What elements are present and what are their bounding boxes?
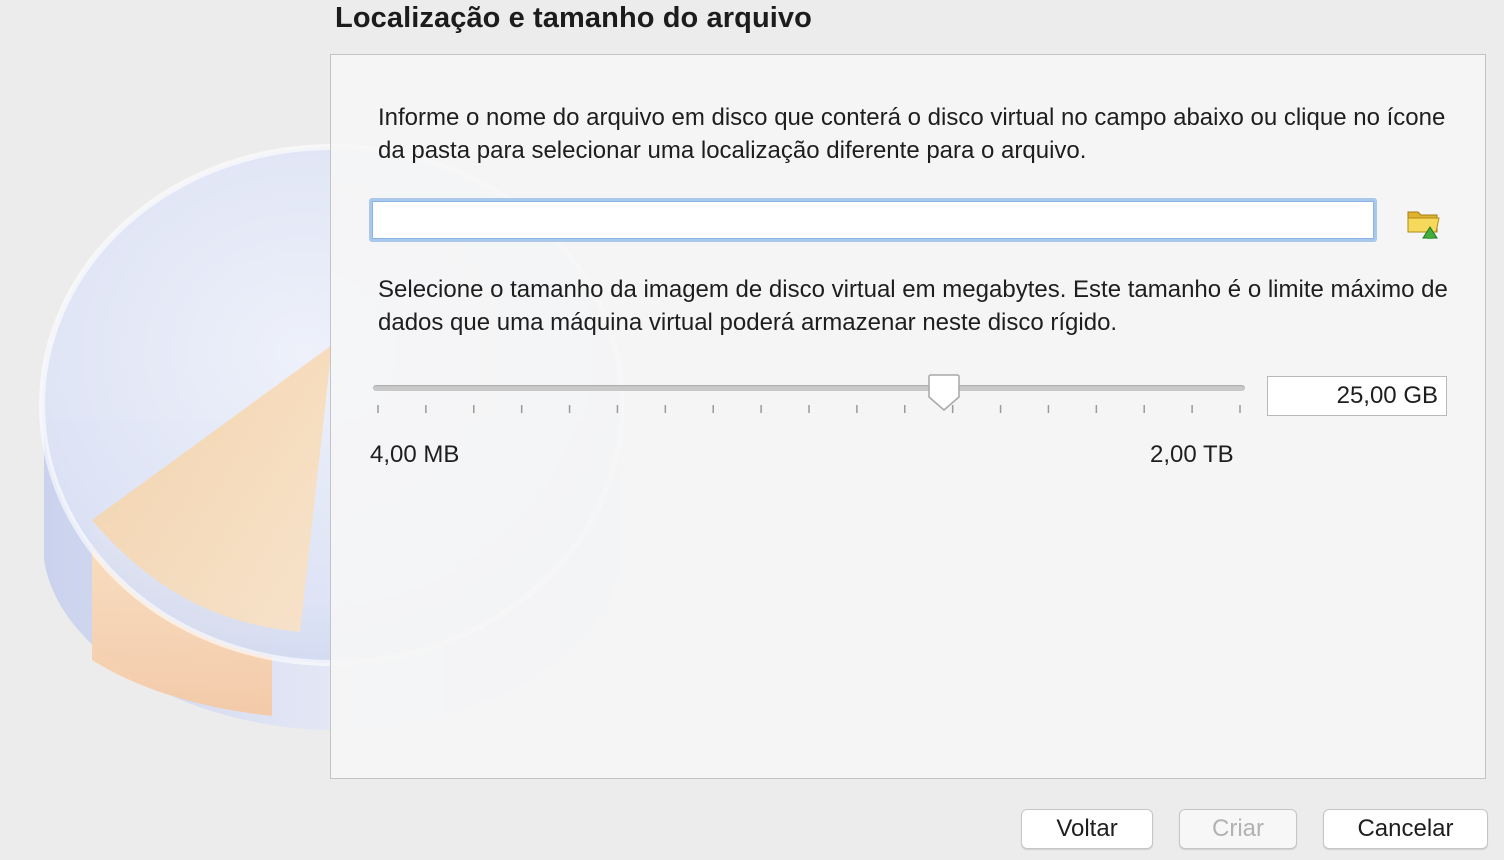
slider-max-label: 2,00 TB	[1150, 441, 1234, 468]
cancel-button[interactable]: Cancelar	[1323, 809, 1488, 849]
slider-min-label: 4,00 MB	[370, 441, 460, 468]
page-title: Localização e tamanho do arquivo	[335, 2, 812, 34]
location-description: Informe o nome do arquivo em disco que c…	[378, 104, 1446, 164]
slider-track	[373, 385, 1245, 391]
back-button[interactable]: Voltar	[1021, 809, 1153, 849]
folder-open-icon	[1407, 211, 1440, 239]
size-description: Selecione o tamanho da imagem de disco v…	[378, 276, 1448, 336]
disk-size-slider[interactable]	[371, 373, 1247, 423]
slider-ticks	[377, 405, 1241, 413]
create-button[interactable]: Criar	[1179, 809, 1297, 849]
file-location-input[interactable]	[369, 198, 1377, 242]
slider-thumb[interactable]	[927, 373, 961, 413]
virtual-disk-wizard: Localização e tamanho do arquivo Informe…	[0, 0, 1504, 860]
disk-size-input[interactable]	[1267, 376, 1447, 416]
content-panel: Informe o nome do arquivo em disco que c…	[330, 54, 1486, 779]
choose-folder-button[interactable]	[1403, 205, 1443, 239]
